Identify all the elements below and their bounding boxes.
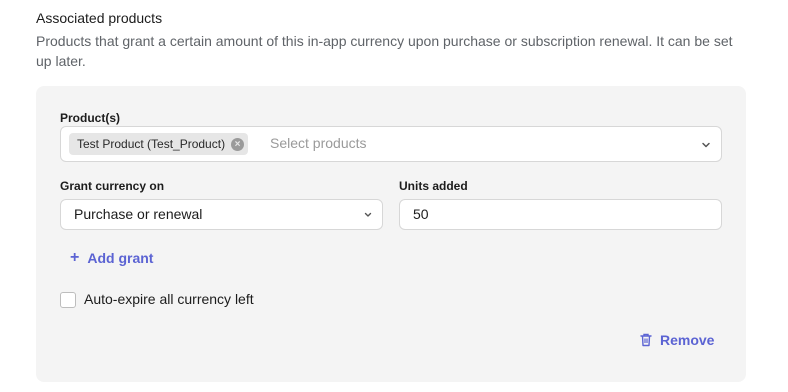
plus-icon: + — [70, 249, 80, 266]
products-placeholder: Select products — [270, 135, 367, 151]
units-label: Units added — [399, 179, 468, 193]
units-input[interactable]: 50 — [399, 199, 722, 230]
product-chip: Test Product (Test_Product) × — [69, 133, 249, 155]
add-grant-button[interactable]: + Add grant — [70, 249, 153, 267]
product-chip-label: Test Product (Test_Product) — [77, 137, 226, 151]
products-select[interactable]: Test Product (Test_Product) × Select pro… — [60, 126, 722, 162]
grant-currency-value: Purchase or renewal — [74, 206, 203, 222]
remove-button[interactable]: Remove — [640, 332, 714, 348]
auto-expire-checkbox[interactable] — [60, 292, 76, 308]
section-title: Associated products — [36, 10, 163, 26]
grant-currency-label: Grant currency on — [60, 179, 165, 193]
grant-panel: Product(s) Test Product (Test_Product) ×… — [36, 86, 746, 382]
chevron-down-icon[interactable] — [701, 140, 711, 150]
section-description: Products that grant a certain amount of … — [36, 33, 733, 69]
products-label: Product(s) — [60, 111, 120, 125]
auto-expire-label: Auto-expire all currency left — [84, 291, 254, 307]
grant-currency-select[interactable]: Purchase or renewal — [60, 199, 383, 230]
trash-icon — [640, 333, 652, 347]
remove-label: Remove — [660, 332, 715, 348]
close-icon[interactable]: × — [231, 137, 245, 151]
chevron-down-icon[interactable] — [363, 210, 373, 220]
add-grant-label: Add grant — [87, 250, 154, 266]
units-value: 50 — [413, 206, 429, 222]
